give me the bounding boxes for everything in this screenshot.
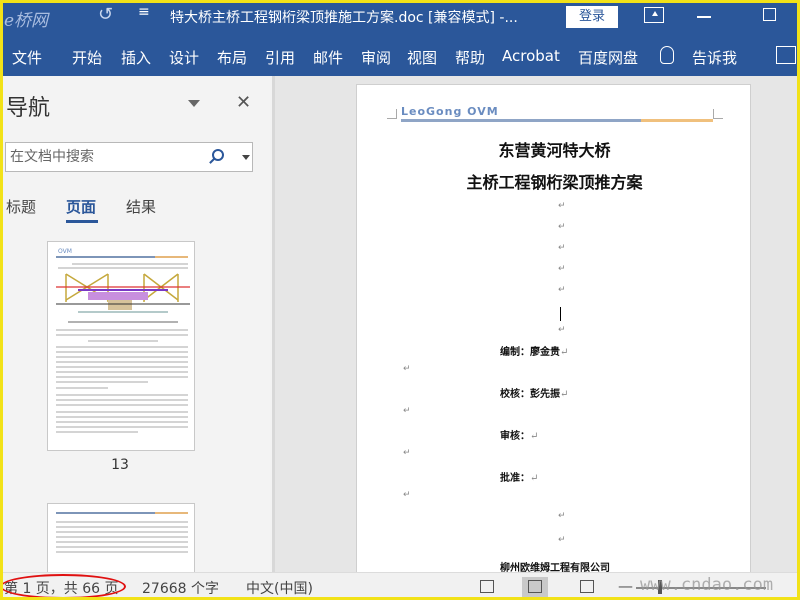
tab-view[interactable]: 视图 [407,47,437,68]
tab-home[interactable]: 开始 [72,47,102,68]
read-mode-icon [480,580,494,593]
print-layout-button[interactable] [522,577,548,597]
site-watermark: www.cndao.com [640,575,774,595]
tab-design[interactable]: 设计 [169,47,199,68]
web-layout-icon [580,580,594,593]
paragraph-mark: ↵ [403,364,411,374]
tab-acrobat[interactable]: Acrobat [502,47,560,65]
search-icon[interactable] [212,149,224,161]
page-thumbnail[interactable] [47,503,195,583]
document-title-line1: 东营黄河特大桥 [498,141,611,160]
ribbon-display-options-icon[interactable] [644,7,664,23]
page-thumbnail[interactable]: OVM [47,241,195,451]
paragraph-mark: ↵ [558,222,566,232]
tell-me-search[interactable]: 告诉我 [692,47,737,68]
title-bar: e桥网 ↺ ≡ 特大桥主桥工程钢桁梁顶推施工方案.doc [兼容模式] -...… [0,0,800,34]
print-layout-icon [528,580,542,593]
field-author: 编制：廖金贵↵ [500,347,569,358]
ribbon-tabs: 文件 开始 插入 设计 布局 引用 邮件 审阅 视图 帮助 Acrobat 百度… [0,34,800,76]
undo-icon[interactable]: ↺ [98,4,113,25]
tab-insert[interactable]: 插入 [121,47,151,68]
tab-pages[interactable]: 页面 [66,196,96,217]
margin-corner-mark [387,109,397,119]
field-approver: 批准：↵ [500,473,539,484]
text-cursor [560,307,561,321]
red-highlight-circle [0,574,126,599]
minimize-icon[interactable] [697,16,711,18]
tab-layout[interactable]: 布局 [217,47,247,68]
tab-review[interactable]: 审阅 [361,47,391,68]
paragraph-mark: ↵ [558,264,566,274]
share-icon[interactable] [776,46,796,64]
login-button[interactable]: 登录 [566,6,618,28]
paragraph-mark: ↵ [558,243,566,253]
read-mode-button[interactable] [474,577,500,597]
margin-corner-mark [713,109,723,119]
field-checker: 校核：彭先振↵ [500,389,569,400]
search-box[interactable] [5,142,253,172]
paragraph-mark: ↵ [558,511,566,521]
document-area[interactable]: LeoGong OVM 东营黄河特大桥 主桥工程钢桁梁顶推方案 ↵ ↵ ↵ ↵ … [275,76,800,572]
paragraph-mark: ↵ [558,325,566,335]
tab-help[interactable]: 帮助 [455,47,485,68]
close-icon[interactable]: ✕ [236,92,251,113]
field-reviewer: 审核：↵ [500,431,539,442]
status-bar: 第 1 页，共 66 页 27668 个字 中文(中国) — www.cndao… [0,572,800,600]
watermark-logo: e桥网 [4,11,49,31]
maximize-icon[interactable] [763,8,776,21]
paragraph-mark: ↵ [403,490,411,500]
window-title: 特大桥主桥工程钢桁梁顶推施工方案.doc [兼容模式] -... [170,10,518,26]
navigation-pane: 导航 ✕ 标题 页面 结果 OVM [0,76,272,583]
tab-references[interactable]: 引用 [265,47,295,68]
tab-headings[interactable]: 标题 [6,196,36,217]
quick-access-menu-icon[interactable]: ≡ [138,4,150,20]
tab-mailings[interactable]: 邮件 [313,47,343,68]
language-status[interactable]: 中文(中国) [246,578,313,598]
paragraph-mark: ↵ [558,535,566,545]
pane-options-dropdown-icon[interactable] [188,100,200,107]
tab-file[interactable]: 文件 [12,47,42,68]
active-tab-indicator [66,220,98,223]
company-name: 柳州欧维姆工程有限公司 [500,563,610,572]
header-color-bar [401,119,713,122]
thumbnail-page-number: 13 [111,457,129,473]
company-logo: LeoGong OVM [401,105,499,118]
tab-baidu-netdisk[interactable]: 百度网盘 [578,47,638,68]
search-options-dropdown-icon[interactable] [242,155,250,160]
thumbnail-content [56,263,190,433]
tab-results[interactable]: 结果 [126,196,156,217]
paragraph-mark: ↵ [558,201,566,211]
zoom-out-button[interactable]: — [618,577,633,595]
navigation-pane-title: 导航 [6,96,51,121]
document-page[interactable]: LeoGong OVM 东营黄河特大桥 主桥工程钢桁梁顶推方案 ↵ ↵ ↵ ↵ … [356,84,751,572]
document-title-line2: 主桥工程钢桁梁顶推方案 [466,173,643,192]
paragraph-mark: ↵ [558,285,566,295]
search-input[interactable] [10,147,210,167]
lightbulb-icon[interactable] [660,46,674,64]
word-count-status[interactable]: 27668 个字 [142,578,219,598]
web-layout-button[interactable] [574,577,600,597]
paragraph-mark: ↵ [403,448,411,458]
paragraph-mark: ↵ [403,406,411,416]
